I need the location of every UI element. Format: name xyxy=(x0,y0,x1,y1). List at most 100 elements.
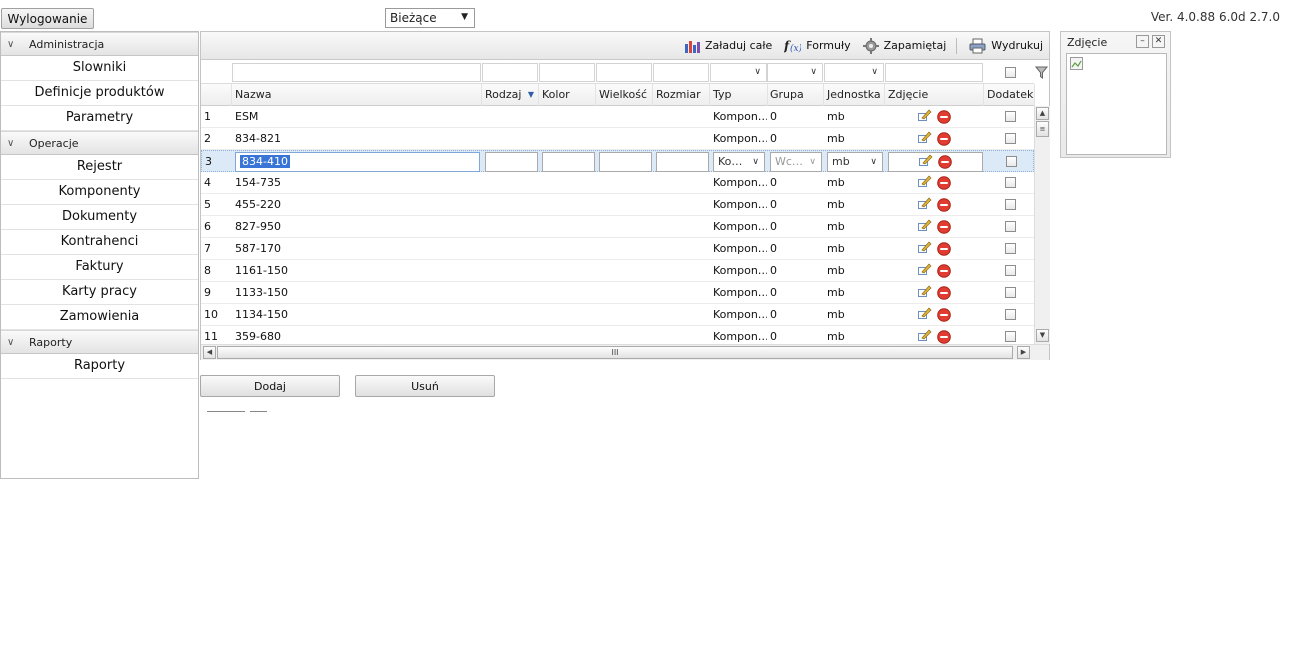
delete-icon[interactable] xyxy=(937,242,951,256)
cell-grupa[interactable]: 0 xyxy=(767,326,823,344)
row-delete-action[interactable] xyxy=(938,155,952,172)
column-header[interactable]: Jednostka xyxy=(824,84,885,106)
filter-kolor[interactable] xyxy=(539,63,595,82)
sidebar-item[interactable]: Karty pracy xyxy=(1,280,198,305)
column-header[interactable]: Dodatek xyxy=(984,84,1035,106)
filter-rozmiar[interactable] xyxy=(653,63,709,82)
sidebar-item[interactable]: Slowniki xyxy=(1,56,198,81)
table-row[interactable]: 9 1133-150 Kompon… 0 mb xyxy=(201,282,1034,304)
row-delete-action[interactable] xyxy=(937,220,951,237)
delete-icon[interactable] xyxy=(937,132,951,146)
dodatek-checkbox[interactable] xyxy=(1005,133,1016,144)
cell-typ[interactable]: Kompon… xyxy=(710,106,767,128)
table-row[interactable]: 8 1161-150 Kompon… 0 mb xyxy=(201,260,1034,282)
name-edit-input[interactable]: 834-410 xyxy=(235,152,480,172)
row-edit-action[interactable] xyxy=(917,174,932,191)
cell-typ[interactable]: Kompon… xyxy=(710,304,767,326)
sidebar-item[interactable]: Parametry xyxy=(1,106,198,131)
row-edit-action[interactable] xyxy=(917,240,932,257)
edit-pencil-icon[interactable] xyxy=(917,262,932,276)
filter-wielkosc[interactable] xyxy=(596,63,652,82)
dodatek-checkbox[interactable] xyxy=(1005,111,1016,122)
cell-nazwa[interactable]: 1133-150 xyxy=(232,282,481,304)
edit-pencil-icon[interactable] xyxy=(917,284,932,298)
scroll-up-icon[interactable]: ▲ xyxy=(1036,107,1049,120)
sidebar-item[interactable]: Definicje produktów xyxy=(1,81,198,106)
edit-pencil-icon[interactable] xyxy=(917,306,932,320)
table-row[interactable]: 1 ESM Kompon… 0 mb xyxy=(201,106,1034,128)
column-header[interactable]: Wielkość xyxy=(596,84,653,106)
cell-nazwa[interactable]: 359-680 xyxy=(232,326,481,344)
dodatek-checkbox[interactable] xyxy=(1005,177,1016,188)
delete-icon[interactable] xyxy=(937,286,951,300)
cell-grupa[interactable]: 0 xyxy=(767,238,823,260)
cell-jednostka[interactable]: mb xyxy=(824,194,884,216)
vertical-scrollbar[interactable]: ▲ ≡ ▼ xyxy=(1034,106,1050,344)
cell-grupa[interactable]: 0 xyxy=(767,194,823,216)
column-header[interactable]: Kolor xyxy=(539,84,596,106)
table-row[interactable]: 6 827-950 Kompon… 0 mb xyxy=(201,216,1034,238)
table-row[interactable]: 11 359-680 Kompon… 0 mb xyxy=(201,326,1034,344)
dodatek-checkbox[interactable] xyxy=(1005,265,1016,276)
cell-nazwa[interactable]: 154-735 xyxy=(232,172,481,194)
dodatek-checkbox[interactable] xyxy=(1005,243,1016,254)
logout-button[interactable]: Wylogowanie xyxy=(1,8,94,29)
grupa-edit-select[interactable]: Wc… ∨ xyxy=(770,152,822,172)
dodatek-checkbox[interactable] xyxy=(1005,199,1016,210)
sidebar-item[interactable]: Kontrahenci xyxy=(1,230,198,255)
filter-zdjecie[interactable] xyxy=(885,63,983,82)
row-edit-action[interactable] xyxy=(917,218,932,235)
sidebar-item[interactable]: Faktury xyxy=(1,255,198,280)
filter-rodzaj[interactable] xyxy=(482,63,538,82)
edit-pencil-icon[interactable] xyxy=(917,196,932,210)
edit-pencil-icon[interactable] xyxy=(917,240,932,254)
sidebar-item[interactable]: Dokumenty xyxy=(1,205,198,230)
edit-pencil-icon[interactable] xyxy=(917,130,932,144)
cell-nazwa[interactable]: 827-950 xyxy=(232,216,481,238)
edit-pencil-icon[interactable] xyxy=(917,108,932,122)
delete-icon[interactable] xyxy=(937,198,951,212)
filter-typ[interactable]: ∨ xyxy=(710,63,767,82)
cell-jednostka[interactable]: mb xyxy=(824,260,884,282)
table-row[interactable]: 2 834-821 Kompon… 0 mb xyxy=(201,128,1034,150)
sidebar-item[interactable]: Rejestr xyxy=(1,155,198,180)
cell-grupa[interactable]: 0 xyxy=(767,282,823,304)
cell-grupa[interactable]: 0 xyxy=(767,260,823,282)
cell-typ[interactable]: Kompon… xyxy=(710,194,767,216)
cell-jednostka[interactable]: mb xyxy=(824,282,884,304)
row-delete-action[interactable] xyxy=(937,176,951,193)
column-header[interactable]: Nazwa xyxy=(232,84,482,106)
period-select[interactable]: Bieżące ▼ xyxy=(385,8,475,28)
horizontal-scrollbar[interactable]: ◀ III ▶ xyxy=(201,344,1049,360)
row-edit-action[interactable] xyxy=(917,130,932,147)
row-delete-action[interactable] xyxy=(937,132,951,149)
row-edit-action[interactable] xyxy=(917,306,932,323)
delete-icon[interactable] xyxy=(937,110,951,124)
remove-button[interactable]: Usuń xyxy=(355,375,495,397)
delete-icon[interactable] xyxy=(937,308,951,322)
cell-typ[interactable]: Kompon… xyxy=(710,128,767,150)
row-edit-action[interactable] xyxy=(918,153,933,170)
rodzaj-edit-input[interactable] xyxy=(485,152,538,172)
cell-nazwa[interactable]: 587-170 xyxy=(232,238,481,260)
cell-jednostka[interactable]: mb xyxy=(824,304,884,326)
typ-edit-select[interactable]: Ko… ∨ xyxy=(713,152,765,172)
delete-icon[interactable] xyxy=(937,220,951,234)
row-delete-action[interactable] xyxy=(937,264,951,281)
cell-nazwa[interactable]: 1134-150 xyxy=(232,304,481,326)
cell-grupa[interactable]: 0 xyxy=(767,216,823,238)
cell-grupa[interactable]: 0 xyxy=(767,172,823,194)
edit-pencil-icon[interactable] xyxy=(918,153,933,167)
edit-pencil-icon[interactable] xyxy=(917,174,932,188)
wielkosc-edit-input[interactable] xyxy=(599,152,652,172)
dodatek-checkbox[interactable] xyxy=(1005,287,1016,298)
row-edit-action[interactable] xyxy=(917,284,932,301)
cell-grupa[interactable]: 0 xyxy=(767,106,823,128)
close-icon[interactable]: ✕ xyxy=(1152,35,1165,48)
column-header[interactable]: Grupa xyxy=(767,84,824,106)
row-edit-action[interactable] xyxy=(917,196,932,213)
dodatek-checkbox[interactable] xyxy=(1006,156,1017,167)
cell-grupa[interactable]: 0 xyxy=(767,304,823,326)
dodatek-checkbox[interactable] xyxy=(1005,221,1016,232)
edit-pencil-icon[interactable] xyxy=(917,328,932,342)
